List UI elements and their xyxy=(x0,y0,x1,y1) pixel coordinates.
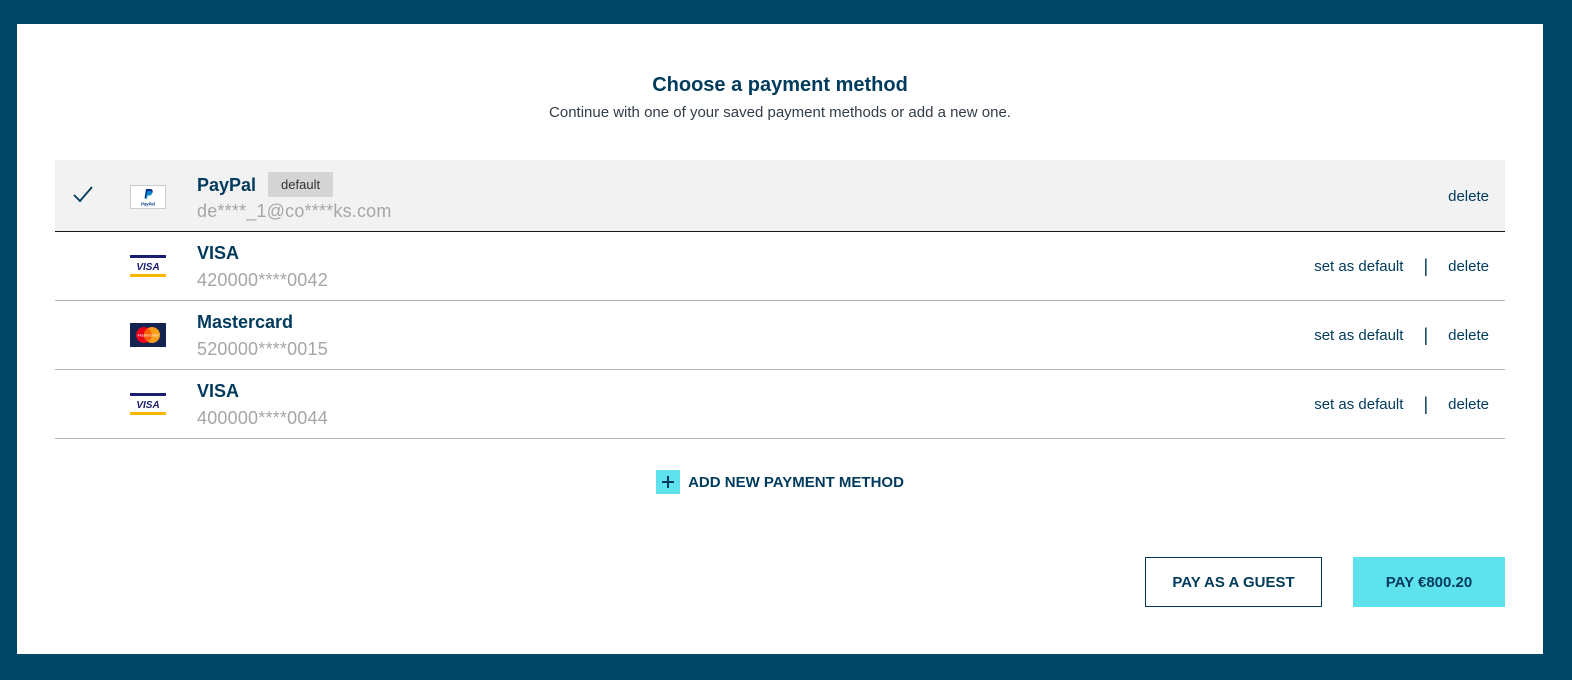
set-default-link[interactable]: set as default xyxy=(1314,396,1403,413)
payment-method-row-visa[interactable]: VISA VISA 400000****0044 set as default … xyxy=(55,370,1505,439)
method-name: Mastercard xyxy=(197,312,294,332)
set-default-link[interactable]: set as default xyxy=(1314,258,1403,275)
mastercard-logo-icon: MasterCard xyxy=(130,323,166,347)
svg-text:VISA: VISA xyxy=(136,400,159,411)
add-payment-method-button[interactable]: ADD NEW PAYMENT METHOD xyxy=(17,470,1543,494)
method-detail: 400000****0044 xyxy=(197,408,328,428)
row-actions: delete xyxy=(1448,188,1489,205)
plus-icon xyxy=(656,470,681,494)
delete-link[interactable]: delete xyxy=(1448,327,1489,344)
checkmark-icon xyxy=(71,182,95,206)
row-actions: set as default | delete xyxy=(1314,256,1489,277)
payment-method-row-visa[interactable]: VISA VISA 420000****0042 set as default … xyxy=(55,232,1505,301)
method-detail: 520000****0015 xyxy=(197,339,328,359)
action-separator: | xyxy=(1423,325,1429,345)
delete-link[interactable]: delete xyxy=(1448,258,1489,275)
paypal-logo-icon: PayPal xyxy=(130,185,166,209)
payment-methods-list: PayPal PayPal default de****_1@co****ks.c… xyxy=(55,160,1505,439)
add-payment-method-label: ADD NEW PAYMENT METHOD xyxy=(688,473,904,491)
payment-method-row-mastercard[interactable]: MasterCard Mastercard 520000****0015 set… xyxy=(55,301,1505,370)
delete-link[interactable]: delete xyxy=(1448,396,1489,413)
pay-as-guest-button[interactable]: PAY AS A GUEST xyxy=(1145,557,1322,607)
action-separator: | xyxy=(1423,394,1429,414)
svg-text:MasterCard: MasterCard xyxy=(138,333,160,338)
method-name: VISA xyxy=(197,243,240,263)
method-detail: 420000****0042 xyxy=(197,270,328,290)
method-name: VISA xyxy=(197,381,240,401)
action-separator: | xyxy=(1423,256,1429,276)
pay-button[interactable]: PAY €800.20 xyxy=(1353,557,1505,607)
page-title: Choose a payment method xyxy=(652,74,908,96)
page-subtitle: Continue with one of your saved payment … xyxy=(549,104,1011,121)
method-name-label: PayPal xyxy=(197,175,257,195)
default-badge: default xyxy=(268,172,334,197)
delete-link[interactable]: delete xyxy=(1448,188,1489,205)
method-detail: de****_1@co****ks.com xyxy=(197,201,392,221)
visa-logo-icon: VISA xyxy=(130,254,166,278)
row-actions: set as default | delete xyxy=(1314,325,1489,346)
svg-text:PayPal: PayPal xyxy=(141,202,156,207)
payment-panel: Choose a payment method Continue with on… xyxy=(17,24,1543,654)
set-default-link[interactable]: set as default xyxy=(1314,327,1403,344)
visa-logo-icon: VISA xyxy=(130,392,166,416)
method-name: PayPal default xyxy=(197,172,334,197)
row-actions: set as default | delete xyxy=(1314,394,1489,415)
payment-method-row-paypal[interactable]: PayPal PayPal default de****_1@co****ks.c… xyxy=(55,160,1505,232)
svg-text:VISA: VISA xyxy=(136,262,159,273)
